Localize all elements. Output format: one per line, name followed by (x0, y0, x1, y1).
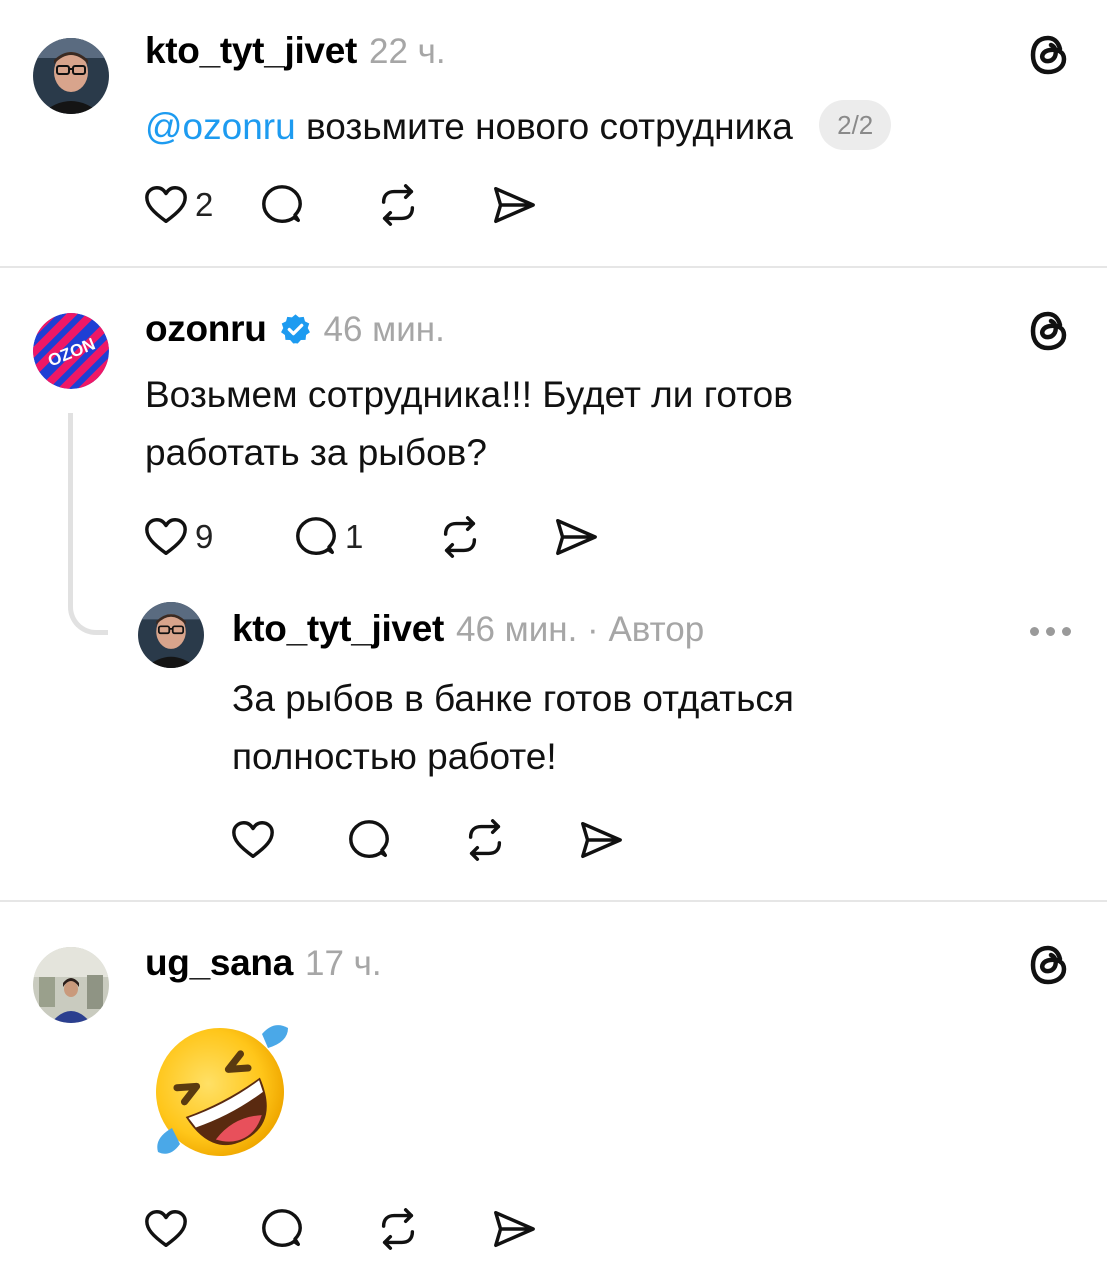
thread-pager-badge: 2/2 (819, 100, 892, 151)
post-time: 46 мин. · Автор (456, 610, 705, 649)
avatar[interactable] (33, 947, 109, 1023)
mention-link[interactable]: @ozonru (145, 106, 296, 147)
post-text-line: Возьмем сотрудника!!! Будет ли готов (145, 374, 793, 415)
reply-button[interactable] (259, 180, 375, 230)
heart-icon (145, 1210, 187, 1248)
avatar[interactable] (33, 38, 109, 114)
username[interactable]: ug_sana (145, 942, 293, 984)
heart-icon (232, 821, 274, 859)
post-kto-tyt-jivet-1: kto_tyt_jivet 22 ч. @ozonru возьмите нов… (0, 0, 1107, 266)
share-button[interactable] (491, 1204, 551, 1254)
share-button[interactable] (491, 180, 551, 230)
repost-button[interactable] (375, 180, 491, 230)
post-text-body: возьмите нового сотрудника (305, 106, 793, 147)
threads-logo-icon[interactable] (1024, 940, 1074, 990)
send-icon (556, 518, 597, 556)
like-count: 9 (195, 518, 214, 555)
share-button[interactable] (578, 815, 638, 865)
like-button[interactable] (143, 1204, 259, 1254)
repost-button[interactable] (462, 815, 578, 865)
post-text: Возьмем сотрудника!!! Будет ли готов раб… (145, 366, 793, 482)
reply-button[interactable]: 1 (293, 512, 437, 562)
repost-button[interactable] (375, 1204, 491, 1254)
post-text-line: работать за рыбов? (145, 432, 487, 473)
comment-bubble-icon (296, 517, 336, 556)
avatar-ozon[interactable]: OZON (33, 313, 109, 389)
heart-icon (145, 186, 187, 224)
heart-icon (145, 518, 187, 556)
like-button[interactable]: 2 (143, 180, 259, 230)
avatar[interactable] (138, 602, 204, 668)
comment-bubble-icon (349, 820, 389, 859)
repost-button[interactable] (437, 512, 553, 562)
like-count: 2 (195, 186, 214, 223)
send-icon (494, 1210, 535, 1248)
more-options-icon[interactable] (1030, 627, 1071, 636)
post-text-line: За рыбов в банке готов отдаться (232, 678, 794, 719)
post-time: 17 ч. (305, 944, 382, 983)
threads-logo-icon[interactable] (1024, 306, 1074, 356)
comment-bubble-icon (262, 1209, 302, 1248)
send-icon (494, 186, 535, 224)
share-button[interactable] (553, 512, 613, 562)
repost-icon (381, 184, 415, 226)
post-text: За рыбов в банке готов отдаться полность… (232, 670, 794, 786)
repost-icon (381, 1208, 415, 1250)
username[interactable]: kto_tyt_jivet (232, 608, 444, 650)
reply-kto-tyt-jivet: kto_tyt_jivet 46 мин. · Автор За рыбов в… (0, 590, 1107, 900)
like-button[interactable]: 9 (143, 512, 293, 562)
post-text: @ozonru возьмите нового сотрудника 2/2 (145, 98, 892, 156)
reply-button[interactable] (259, 1204, 375, 1254)
reply-count: 1 (345, 518, 364, 555)
threads-logo-icon[interactable] (1024, 30, 1074, 80)
post-time: 22 ч. (369, 32, 446, 71)
reply-button[interactable] (346, 815, 462, 865)
username[interactable]: kto_tyt_jivet (145, 30, 357, 72)
repost-icon (443, 516, 477, 558)
send-icon (581, 821, 622, 859)
repost-icon (468, 819, 502, 861)
comment-bubble-icon (262, 185, 302, 224)
username[interactable]: ozonru (145, 308, 267, 350)
post-time: 46 мин. (323, 310, 445, 349)
like-button[interactable] (230, 815, 346, 865)
verified-badge-icon (280, 313, 310, 344)
post-text-line: полностью работе! (232, 736, 557, 777)
rolling-laughing-emoji-icon (156, 1025, 288, 1156)
